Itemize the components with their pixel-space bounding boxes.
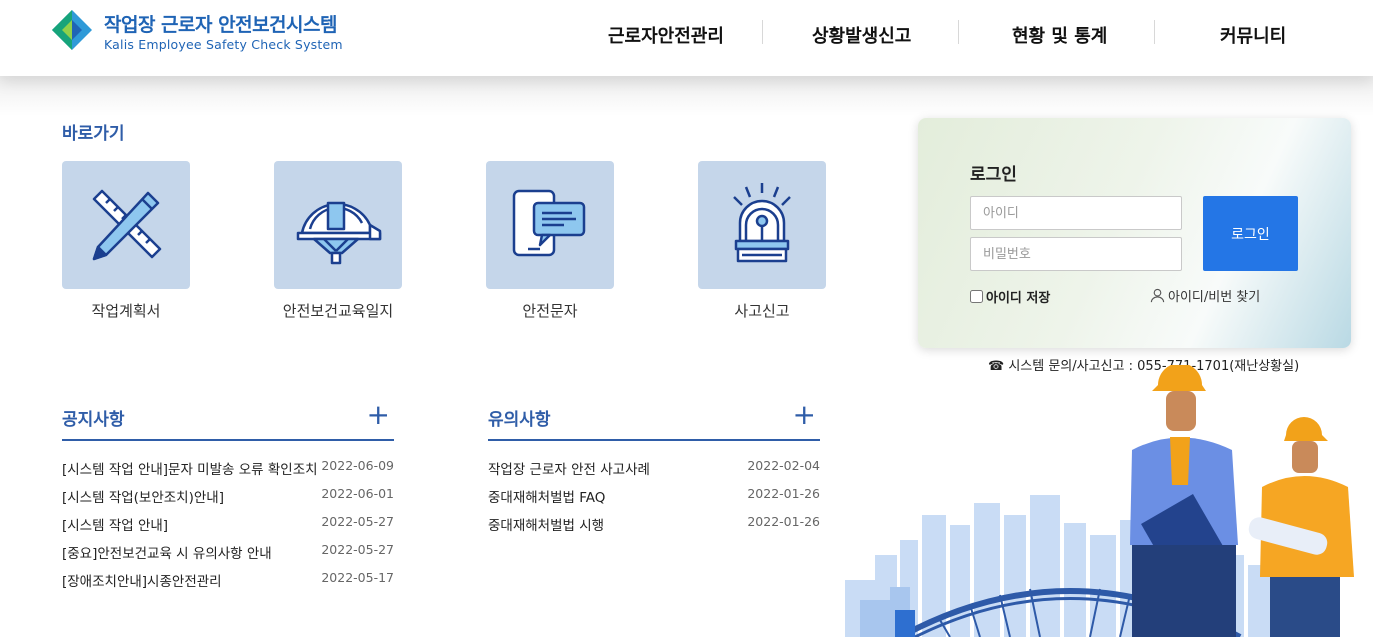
- hard-hat-icon: [296, 201, 382, 265]
- shortcut-safety-message[interactable]: [486, 161, 614, 289]
- notices-more-plus-icon[interactable]: +: [367, 401, 390, 429]
- notice-title[interactable]: [시스템 작업(보안조치)안내]: [62, 486, 224, 506]
- save-id-option[interactable]: 아이디 저장: [970, 287, 1050, 306]
- cautions-title: 유의사항: [488, 410, 551, 430]
- shortcut-safety-education[interactable]: [274, 161, 402, 289]
- caution-date: 2022-01-26: [747, 486, 820, 501]
- save-id-label: 아이디 저장: [986, 291, 1051, 306]
- list-item: 작업장 근로자 안전 사고사례 2022-02-04: [488, 458, 820, 478]
- caution-date: 2022-01-26: [747, 514, 820, 529]
- shortcut-label: 사고신고: [734, 302, 790, 320]
- list-item: 중대재해처벌법 시행 2022-01-26: [488, 514, 820, 534]
- user-id-input[interactable]: [970, 196, 1182, 230]
- workers-illustration: [845, 365, 1354, 637]
- nav-separator: [958, 20, 959, 44]
- shortcut-label: 작업계획서: [91, 302, 161, 320]
- nav-item-statistics[interactable]: 현황 및 통계: [1012, 22, 1107, 48]
- logo-subtitle: Kalis Employee Safety Check System: [104, 37, 343, 52]
- notice-title[interactable]: [시스템 작업 안내]문자 미발송 오류 확인조치: [62, 458, 318, 478]
- ruler-pencil-icon: [92, 189, 162, 261]
- shortcuts-title: 바로가기: [62, 124, 125, 144]
- notices-title: 공지사항: [62, 410, 125, 430]
- list-item: 중대재해처벌법 FAQ 2022-01-26: [488, 486, 820, 506]
- cautions-header: 유의사항 +: [488, 401, 820, 441]
- find-account-link[interactable]: 아이디/비번 찾기: [1150, 286, 1260, 305]
- login-panel: 로그인 로그인 아이디 저장 아이디/비번 찾기: [918, 118, 1351, 348]
- logo-mark-icon: [52, 10, 92, 50]
- list-item: [시스템 작업 안내]문자 미발송 오류 확인조치 2022-06-09: [62, 458, 394, 478]
- shortcut-work-plan[interactable]: [62, 161, 190, 289]
- siren-icon: [733, 183, 791, 263]
- notice-title[interactable]: [장애조치안내]시종안전관리: [62, 570, 222, 590]
- caution-date: 2022-02-04: [747, 458, 820, 473]
- find-account-label: 아이디/비번 찾기: [1168, 290, 1261, 305]
- main-nav: 근로자안전관리 상황발생신고 현황 및 통계 커뮤니티: [570, 0, 1350, 70]
- logo-title: 작업장 근로자 안전보건시스템: [104, 14, 337, 36]
- logo[interactable]: 작업장 근로자 안전보건시스템 Kalis Employee Safety Ch…: [52, 10, 343, 56]
- save-id-checkbox[interactable]: [970, 290, 983, 303]
- login-button[interactable]: 로그인: [1203, 196, 1298, 271]
- header: 작업장 근로자 안전보건시스템 Kalis Employee Safety Ch…: [0, 0, 1373, 76]
- nav-separator: [762, 20, 763, 44]
- notice-title[interactable]: [중요]안전보건교육 시 유의사항 안내: [62, 542, 272, 562]
- notice-date: 2022-06-01: [321, 486, 394, 501]
- list-item: [시스템 작업 안내] 2022-05-27: [62, 514, 394, 534]
- nav-separator: [1154, 20, 1155, 44]
- list-item: [장애조치안내]시종안전관리 2022-05-17: [62, 570, 394, 590]
- password-input[interactable]: [970, 237, 1182, 271]
- list-item: [시스템 작업(보안조치)안내] 2022-06-01: [62, 486, 394, 506]
- shortcut-label: 안전보건교육일지: [282, 302, 394, 320]
- user-icon: [1150, 288, 1165, 303]
- caution-title[interactable]: 중대재해처벌법 FAQ: [488, 486, 605, 506]
- shortcut-accident-report[interactable]: [698, 161, 826, 289]
- login-title: 로그인: [970, 165, 1017, 185]
- notice-date: 2022-06-09: [321, 458, 394, 473]
- phone-message-icon: [512, 189, 586, 257]
- notice-date: 2022-05-17: [321, 570, 394, 585]
- nav-item-worker-safety[interactable]: 근로자안전관리: [608, 22, 724, 48]
- notice-title[interactable]: [시스템 작업 안내]: [62, 514, 168, 534]
- caution-title[interactable]: 중대재해처벌법 시행: [488, 514, 604, 534]
- notice-date: 2022-05-27: [321, 514, 394, 529]
- header-shadow: [0, 76, 1373, 116]
- shortcut-label: 안전문자: [522, 302, 578, 320]
- notice-date: 2022-05-27: [321, 542, 394, 557]
- caution-title[interactable]: 작업장 근로자 안전 사고사례: [488, 458, 650, 478]
- cautions-more-plus-icon[interactable]: +: [793, 401, 816, 429]
- list-item: [중요]안전보건교육 시 유의사항 안내 2022-05-27: [62, 542, 394, 562]
- nav-item-community[interactable]: 커뮤니티: [1220, 22, 1286, 48]
- nav-item-incident-report[interactable]: 상황발생신고: [812, 22, 911, 48]
- notices-header: 공지사항 +: [62, 401, 394, 441]
